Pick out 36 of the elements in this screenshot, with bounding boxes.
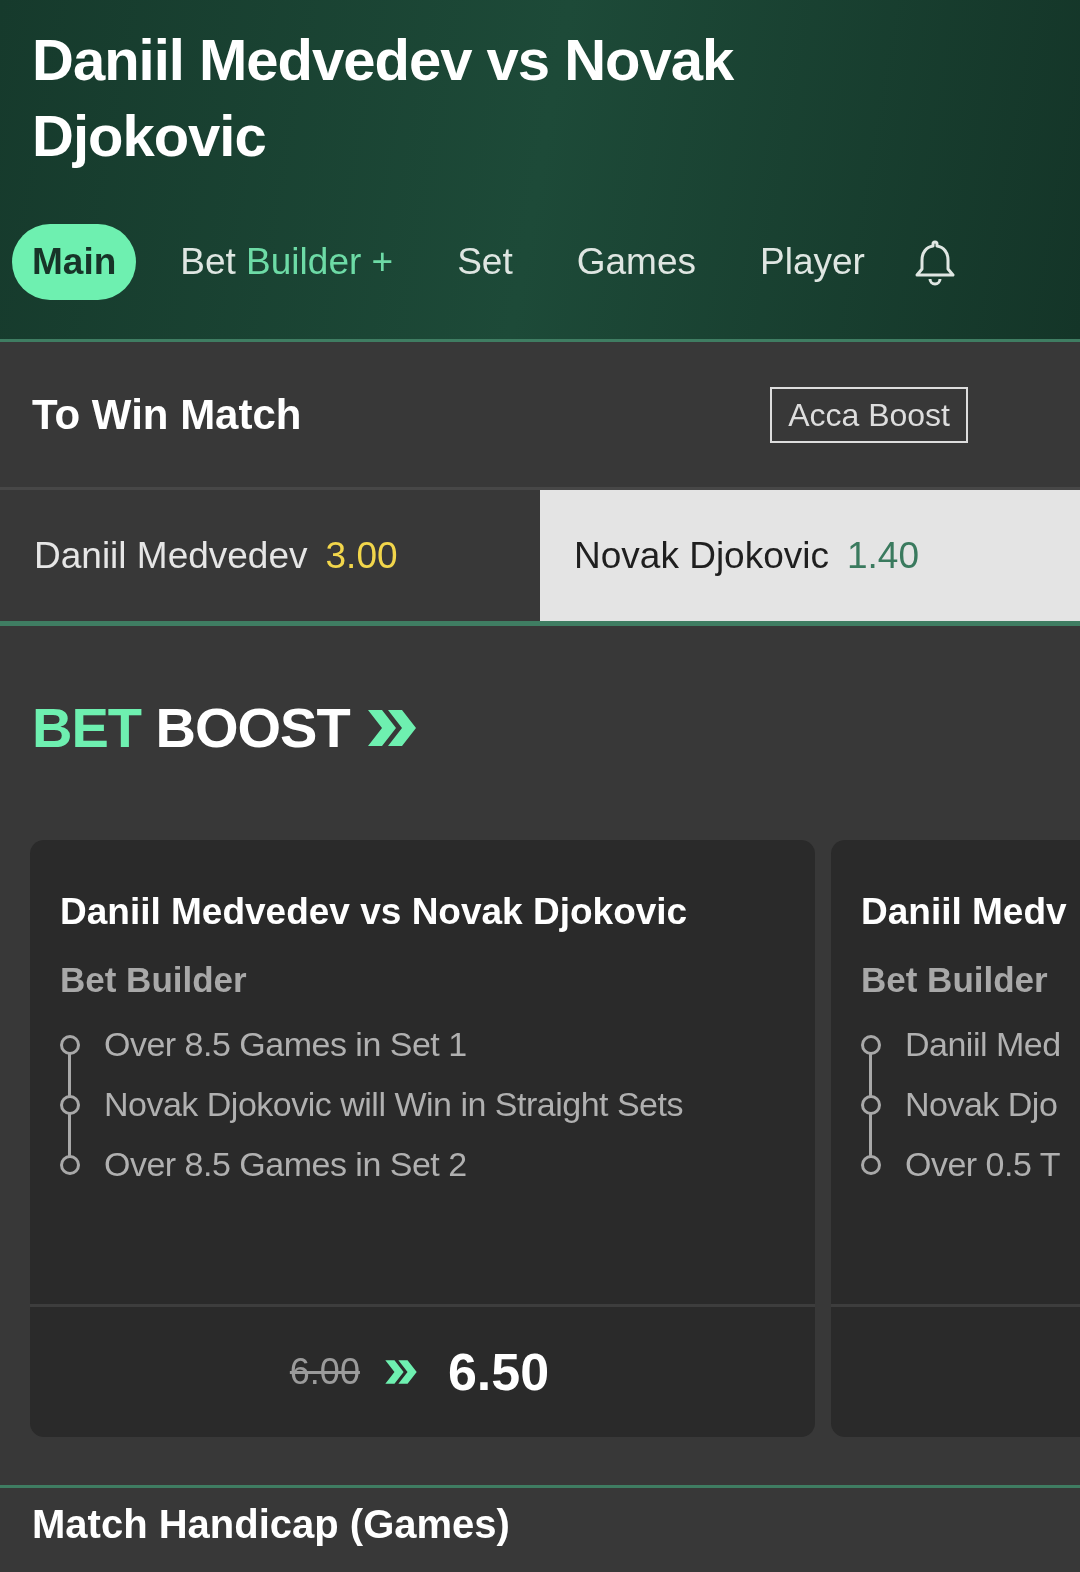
leg-dot [60,1154,80,1175]
tab[interactable]: Main [12,224,137,300]
chevrons-icon [383,1357,418,1387]
tab[interactable]: Games [556,224,716,300]
boosted-odds-button[interactable]: 6.50 [441,1332,556,1412]
tab[interactable]: Set [437,224,533,300]
leg-text: Daniil Med [905,1024,1061,1066]
bet-boost-title: BET BOOST [32,695,350,761]
leg-dot [60,1094,80,1115]
leg-dot [861,1034,881,1055]
boost-card[interactable]: Daniil Medvedev vs Novak Djokovic Bet Builder Over 8.5 Games in Set 1 Novak Djokovic will Win in Straight Sets Over 8.5 Games in Set 2 6.00 6.50 [30,840,815,1437]
old-odds: 6.00 [289,1350,360,1394]
match-title: Daniil Medvedev vs Novak Djokovic [32,26,735,170]
card-title: Daniil Medvedev vs Novak Djokovic [60,890,688,934]
leg-text: Novak Djo [905,1084,1058,1126]
leg-text: Over 0.5 T [905,1144,1060,1186]
boost-card[interactable]: Daniil Medv Bet Builder Daniil Med Novak Djo Over 0.5 T [831,840,1080,1437]
leg-text: Over 8.5 Games in Set 1 [104,1024,467,1066]
card-subtitle: Bet Builder [861,959,1049,1002]
card-subtitle: Bet Builder [60,959,248,1002]
tab[interactable]: Player [740,224,885,300]
leg-dot [861,1154,881,1175]
card-title: Daniil Medv [861,890,1067,934]
leg-text: Novak Djokovic will Win in Straight Sets [104,1084,683,1126]
acca-boost-badge: Acca Boost [770,386,968,443]
leg-dot [861,1094,881,1115]
player-name: Daniil Medvedev [34,533,308,578]
odds: 1.40 [847,533,919,578]
market-title: To Win Match [32,390,302,440]
section-title: Match Handicap (Games) [31,1501,511,1548]
player-name: Novak Djokovic [574,533,829,578]
leg-dot [60,1034,80,1055]
leg-text: Over 8.5 Games in Set 2 [104,1144,467,1186]
tab[interactable]: Bet Builder + [160,224,414,300]
selection-button[interactable]: Novak Djokovic 1.40 [540,490,1080,621]
odds: 3.00 [325,533,398,578]
